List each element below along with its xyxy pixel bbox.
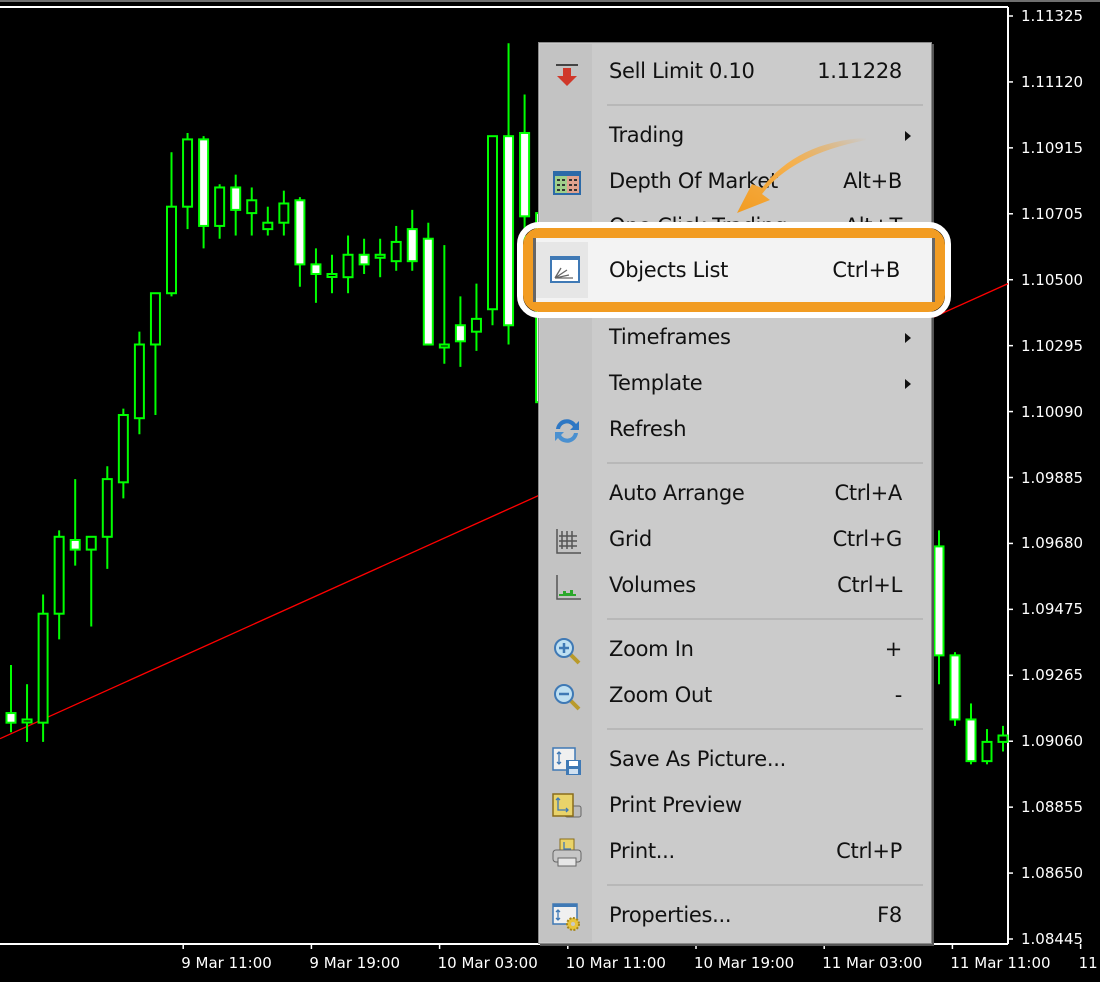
price-label: 1.08855 — [1021, 798, 1084, 817]
menu-separator — [607, 104, 923, 106]
menu-item-refresh[interactable]: Refresh — [539, 407, 931, 453]
bullish-candle — [278, 202, 290, 224]
bullish-candle — [117, 414, 129, 484]
bullish-candle — [246, 199, 258, 215]
menu-separator — [607, 462, 923, 464]
price-label: 1.09885 — [1021, 468, 1084, 487]
bullish-candle — [997, 734, 1009, 743]
volumes-icon — [556, 575, 581, 600]
zoom-out-icon — [554, 684, 581, 711]
bearish-candle — [69, 538, 81, 551]
bearish-candle — [503, 135, 515, 327]
bearish-candle — [358, 253, 370, 266]
menu-item-save-as-picture[interactable]: Save As Picture... — [539, 737, 931, 783]
bearish-candle — [230, 186, 242, 211]
submenu-arrow-icon — [905, 131, 911, 141]
bearish-candle — [310, 263, 322, 275]
zoom-in-icon — [554, 638, 581, 665]
bullish-candle — [21, 718, 33, 724]
price-label: 1.09680 — [1021, 534, 1084, 553]
bullish-candle — [981, 740, 993, 763]
price-label: 1.08445 — [1021, 930, 1084, 948]
menu-item-timeframes[interactable]: Timeframes — [539, 315, 931, 361]
bullish-candle — [149, 292, 161, 346]
bullish-candle — [37, 612, 49, 724]
bearish-candle — [949, 654, 961, 721]
bearish-candle — [965, 718, 977, 763]
time-label: 11 Mar 19:00 — [1078, 954, 1100, 972]
menu-item-sell-limit[interactable]: Sell Limit 0.10 1.11228 — [539, 49, 931, 95]
time-label: 9 Mar 19:00 — [309, 954, 400, 972]
context-menu: Sell Limit 0.10 1.11228 Trading Depth Of… — [538, 42, 932, 944]
refresh-icon — [555, 419, 579, 443]
print-preview-icon — [552, 793, 582, 818]
objects-list-icon — [550, 256, 580, 283]
menu-item-print[interactable]: Print... Ctrl+P — [539, 829, 931, 875]
price-label: 1.09475 — [1021, 600, 1084, 619]
bullish-candle — [470, 317, 482, 333]
bearish-candle — [933, 545, 945, 657]
sell-limit-icon — [556, 64, 578, 86]
menu-item-print-preview[interactable]: Print Preview — [539, 783, 931, 829]
bullish-candle — [182, 138, 194, 208]
bullish-candle — [53, 535, 65, 615]
menu-separator — [607, 884, 923, 886]
bearish-candle — [406, 228, 418, 263]
menu-item-trading[interactable]: Trading — [539, 113, 931, 159]
time-label: 9 Mar 11:00 — [181, 954, 272, 972]
bearish-candle — [454, 324, 466, 343]
print-icon — [552, 838, 582, 867]
price-label: 1.11120 — [1021, 72, 1084, 91]
bearish-candle — [198, 138, 210, 227]
menu-item-zoom-in[interactable]: Zoom In + — [539, 627, 931, 673]
bullish-candle — [326, 272, 338, 278]
price-label: 1.09265 — [1021, 666, 1084, 685]
menu-item-objects-list[interactable]: Objects List Ctrl+B — [533, 238, 935, 302]
bullish-candle — [374, 253, 386, 259]
bullish-candle — [438, 343, 450, 349]
bullish-candle — [214, 186, 226, 227]
price-label: 1.10500 — [1021, 270, 1084, 289]
menu-separator — [607, 618, 923, 620]
bullish-candle — [390, 240, 402, 263]
bearish-candle — [294, 199, 306, 266]
bullish-candle — [342, 253, 354, 279]
time-label: 11 Mar 11:00 — [950, 954, 1051, 972]
time-label: 10 Mar 03:00 — [437, 954, 538, 972]
time-label: 11 Mar 03:00 — [822, 954, 923, 972]
menu-item-volumes[interactable]: Volumes Ctrl+L — [539, 563, 931, 609]
save-picture-icon — [552, 747, 581, 775]
menu-item-template[interactable]: Template — [539, 361, 931, 407]
grid-icon — [556, 529, 581, 554]
bullish-candle — [133, 343, 145, 420]
submenu-arrow-icon — [905, 333, 911, 343]
menu-item-auto-arrange[interactable]: Auto Arrange Ctrl+A — [539, 471, 931, 517]
bullish-candle — [85, 535, 97, 551]
menu-item-zoom-out[interactable]: Zoom Out - — [539, 673, 931, 719]
price-label: 1.10705 — [1021, 204, 1084, 223]
time-label: 10 Mar 19:00 — [694, 954, 795, 972]
menu-item-properties[interactable]: Properties... F8 — [539, 893, 931, 939]
price-label: 1.08650 — [1021, 864, 1084, 883]
bullish-candle — [487, 135, 498, 311]
properties-icon — [552, 903, 580, 931]
price-label: 1.10090 — [1021, 402, 1084, 421]
bearish-candle — [519, 131, 531, 218]
bullish-candle — [101, 478, 113, 538]
bullish-candle — [166, 205, 177, 295]
price-label: 1.10915 — [1021, 138, 1084, 157]
bearish-candle — [5, 712, 17, 724]
price-label: 1.09060 — [1021, 732, 1084, 751]
price-label: 1.10295 — [1021, 336, 1084, 355]
submenu-arrow-icon — [905, 379, 911, 389]
price-label: 1.11325 — [1021, 7, 1084, 25]
menu-separator — [607, 728, 923, 730]
menu-item-grid[interactable]: Grid Ctrl+G — [539, 517, 931, 563]
depth-of-market-icon — [553, 171, 581, 195]
time-label: 10 Mar 11:00 — [565, 954, 666, 972]
bullish-candle — [262, 221, 274, 231]
menu-item-depth-of-market[interactable]: Depth Of Market Alt+B — [539, 159, 931, 205]
bearish-candle — [422, 237, 434, 346]
